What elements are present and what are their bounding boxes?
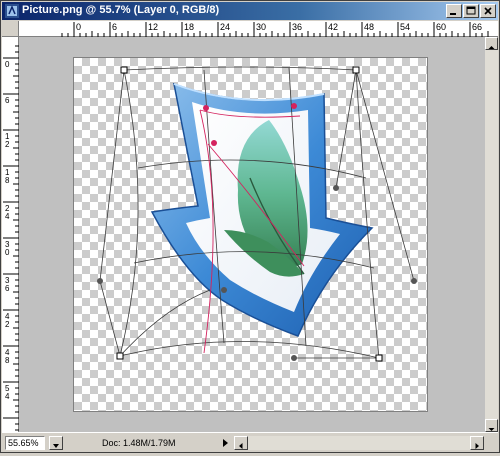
vertical-ruler-label: 4 [5, 212, 10, 221]
vertical-ruler-label: 6 [5, 284, 10, 293]
warp-point-top-right-red[interactable] [291, 103, 297, 109]
vertical-ruler-label: 4 [5, 392, 10, 401]
ruler-origin[interactable] [2, 21, 19, 37]
title-bar[interactable]: Picture.png @ 55.7% (Layer 0, RGB/8) [2, 2, 498, 20]
scroll-up-icon [488, 46, 495, 49]
vertical-ruler-ticks: 061218243036424854 [3, 45, 19, 431]
horizontal-ruler-label: 24 [220, 22, 230, 32]
scroll-up-button[interactable] [485, 37, 498, 50]
horizontal-ruler-label: 48 [364, 22, 374, 32]
warp-handle-bottom-right[interactable] [291, 355, 297, 361]
horizontal-ruler-label: 66 [472, 22, 482, 32]
vertical-ruler-label: 6 [5, 96, 10, 105]
warp-handle-left[interactable] [97, 278, 103, 284]
scroll-down-button[interactable] [485, 419, 498, 432]
horizontal-ruler[interactable]: 0 6 12 18 24 30 36 42 48 54 60 66 [19, 21, 498, 37]
vertical-ruler[interactable]: 061218243036424854 [2, 37, 19, 432]
document-workspace[interactable] [19, 37, 485, 432]
horizontal-ruler-label: 54 [400, 22, 410, 32]
minimize-button[interactable] [446, 4, 462, 18]
photoshop-app-icon [5, 4, 19, 18]
status-info-button[interactable] [49, 436, 63, 450]
warp-handle-right[interactable] [411, 278, 417, 284]
horizontal-ruler-label: 36 [292, 22, 302, 32]
vertical-ruler-label: 8 [5, 176, 10, 185]
warp-corner-bottom-right[interactable] [375, 354, 383, 362]
scroll-right-icon [475, 443, 479, 449]
horizontal-ruler-label: 30 [256, 22, 266, 32]
scroll-left-icon [239, 443, 243, 449]
warped-image [97, 66, 417, 362]
vertical-ruler-label: 2 [5, 140, 10, 149]
vertical-ruler-label: 0 [5, 60, 10, 69]
warp-corner-top-right[interactable] [352, 66, 360, 74]
document-size: Doc: 1.48M/1.79M [102, 438, 176, 448]
maximize-icon [466, 6, 476, 15]
close-icon [484, 7, 492, 15]
horizontal-ruler-label: 60 [436, 22, 446, 32]
window-title: Picture.png @ 55.7% (Layer 0, RGB/8) [22, 4, 220, 16]
maximize-button[interactable] [463, 4, 479, 18]
document-window: Picture.png @ 55.7% (Layer 0, RGB/8) 0 6 1… [0, 0, 500, 453]
horizontal-ruler-label: 0 [76, 22, 81, 32]
status-menu-icon[interactable] [219, 437, 231, 449]
scroll-right-button[interactable] [470, 436, 484, 450]
scroll-left-button[interactable] [234, 436, 248, 450]
warp-point-inner-red[interactable] [211, 140, 217, 146]
status-arrow-icon [53, 444, 59, 448]
minimize-icon [450, 13, 456, 15]
warp-corner-bottom-left[interactable] [116, 352, 124, 360]
warp-handle-right-inner[interactable] [333, 185, 339, 191]
close-button[interactable] [480, 4, 496, 18]
status-bar: 55.65% Doc: 1.48M/1.79M [2, 432, 498, 452]
warp-corner-top-left[interactable] [120, 66, 128, 74]
zoom-field[interactable]: 55.65% [5, 436, 45, 450]
horizontal-ruler-label: 12 [148, 22, 158, 32]
horizontal-ruler-label: 6 [112, 22, 117, 32]
horizontal-scrollbar[interactable] [234, 436, 484, 450]
vertical-scrollbar[interactable] [485, 37, 498, 432]
warp-point-top-left-red[interactable] [203, 105, 209, 111]
vertical-ruler-label: 8 [5, 356, 10, 365]
horizontal-ruler-label: 42 [328, 22, 338, 32]
horizontal-ruler-label: 18 [184, 22, 194, 32]
image-canvas[interactable] [73, 57, 428, 412]
vertical-ruler-label: 2 [5, 320, 10, 329]
vertical-ruler-label: 0 [5, 248, 10, 257]
warp-handle-bottom-inner[interactable] [221, 287, 227, 293]
horizontal-ruler-ticks: 0 6 12 18 24 30 36 42 48 54 60 66 [61, 22, 489, 37]
